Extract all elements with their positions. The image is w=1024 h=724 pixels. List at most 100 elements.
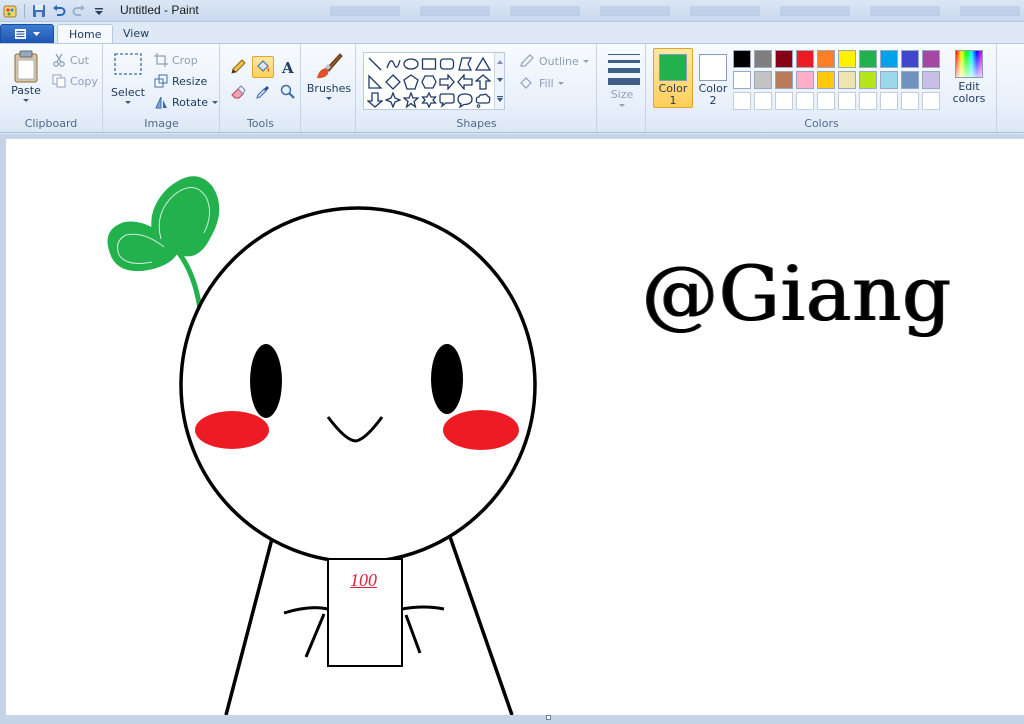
pencil-tool[interactable] [227,56,249,78]
pentagon-shape[interactable] [402,73,420,91]
rounded-callout-shape[interactable] [438,91,456,109]
paint-menu-button[interactable] [0,24,54,44]
oval-callout-shape[interactable] [456,91,474,109]
size-line-heavy [608,78,640,85]
clipboard-group-label: Clipboard [24,117,78,130]
left-arrow-shape[interactable] [456,73,474,91]
palette-swatch[interactable] [901,92,919,110]
more-icon [496,96,503,102]
left-eye [250,344,282,418]
oval-shape[interactable] [402,55,420,73]
canvas-resize-handle[interactable] [546,715,551,720]
palette-swatch[interactable] [817,71,835,89]
hexagon-shape[interactable] [420,73,438,91]
paste-button[interactable]: Paste [8,50,44,102]
curve-shape[interactable] [384,55,402,73]
palette-swatch[interactable] [733,92,751,110]
outline-label: Outline [539,54,579,68]
right-arrow-shape[interactable] [438,73,456,91]
triangle-shape[interactable] [474,55,492,73]
rotate-button[interactable]: Rotate [154,93,219,111]
undo-icon[interactable] [51,3,67,19]
paint-app-icon[interactable] [2,3,18,19]
palette-swatch[interactable] [838,50,856,68]
palette-swatch[interactable] [733,50,751,68]
palette-swatch[interactable] [838,92,856,110]
redo-icon[interactable] [71,3,87,19]
rectangle-shape[interactable] [420,55,438,73]
color1-label: Color 1 [658,82,688,107]
magnifier-icon [280,84,295,99]
palette-swatch[interactable] [880,92,898,110]
fill-button[interactable]: Fill [519,74,564,92]
palette-swatch[interactable] [880,50,898,68]
edit-colors-button[interactable]: Edit colors [949,50,989,105]
diamond-icon [385,74,401,90]
select-button[interactable]: Select [110,52,146,104]
six-point-star-shape[interactable] [420,91,438,109]
rounded-rectangle-shape[interactable] [438,55,456,73]
palette-swatch[interactable] [775,71,793,89]
palette-swatch[interactable] [859,50,877,68]
crop-button[interactable]: Crop [154,51,198,69]
five-point-star-shape[interactable] [402,91,420,109]
eraser-tool[interactable] [227,81,249,103]
diamond-shape[interactable] [384,73,402,91]
eyedropper-icon [256,86,269,99]
palette-swatch[interactable] [796,92,814,110]
tab-view[interactable]: View [112,24,160,44]
four-point-star-shape[interactable] [384,91,402,109]
palette-swatch[interactable] [775,50,793,68]
palette-swatch[interactable] [775,92,793,110]
text-tool[interactable]: A [277,56,299,78]
resize-button[interactable]: Resize [154,72,207,90]
palette-swatch[interactable] [754,92,772,110]
color2-swatch [699,54,727,81]
color-picker-tool[interactable] [252,81,274,103]
palette-swatch[interactable] [901,50,919,68]
paste-label: Paste [11,84,41,97]
cloud-callout-shape[interactable] [474,91,492,109]
palette-swatch[interactable] [817,50,835,68]
brushes-button[interactable]: Brushes [306,50,352,100]
palette-swatch[interactable] [796,50,814,68]
magnifier-tool[interactable] [277,81,299,103]
palette-swatch[interactable] [922,50,940,68]
palette-swatch[interactable] [859,71,877,89]
palette-swatch[interactable] [754,50,772,68]
size-lines-icon[interactable] [608,54,640,90]
shapes-group: Outline Fill Shapes [357,44,597,132]
polygon-shape[interactable] [456,55,474,73]
palette-swatch[interactable] [880,71,898,89]
color1-button[interactable]: Color 1 [653,48,693,108]
cloud-callout-icon [475,93,491,108]
up-arrow-shape[interactable] [474,73,492,91]
shapes-gallery-scroller[interactable] [494,53,504,109]
tab-home[interactable]: Home [57,24,114,44]
palette-swatch[interactable] [733,71,751,89]
size-label: Size [610,88,634,101]
drawing-canvas[interactable]: 100 @Giang [6,139,1024,715]
palette-swatch[interactable] [817,92,835,110]
save-icon[interactable] [31,3,47,19]
outline-button[interactable]: Outline [519,52,589,70]
svg-text:A: A [281,59,294,75]
right-triangle-shape[interactable] [366,73,384,91]
palette-swatch[interactable] [901,71,919,89]
cut-button[interactable]: Cut [52,51,89,69]
pencil-icon [231,59,246,74]
palette-swatch[interactable] [922,92,940,110]
palette-swatch[interactable] [796,71,814,89]
palette-swatch[interactable] [922,71,940,89]
fill-tool[interactable] [252,56,274,78]
copy-label: Copy [70,74,98,88]
palette-swatch[interactable] [754,71,772,89]
color2-button[interactable]: Color 2 [693,48,733,108]
select-label: Select [111,86,145,99]
customize-qat-icon[interactable] [91,3,107,19]
palette-swatch[interactable] [859,92,877,110]
copy-button[interactable]: Copy [52,72,98,90]
line-shape[interactable] [366,55,384,73]
palette-swatch[interactable] [838,71,856,89]
down-arrow-shape[interactable] [366,91,384,109]
